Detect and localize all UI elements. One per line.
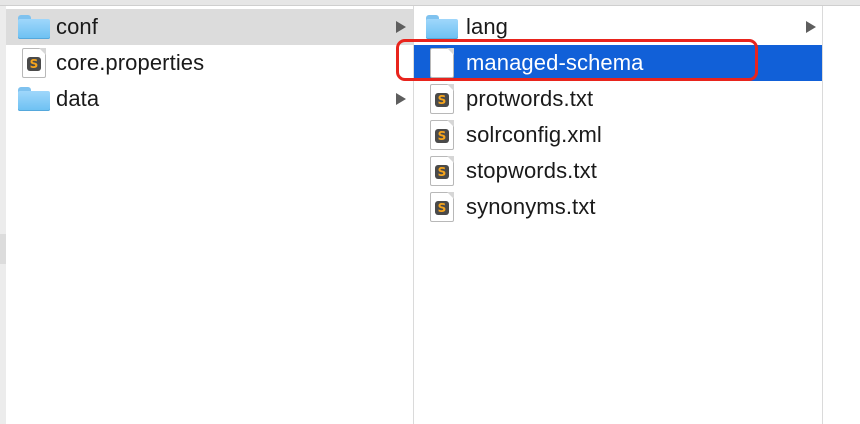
browser-column-2: lang managed-schema S protwords.txt S so… (414, 6, 823, 424)
sublime-file-icon: S (22, 48, 46, 78)
column1-row-core-properties[interactable]: S core.properties (6, 45, 413, 81)
sublime-file-icon: S (430, 156, 454, 186)
sublime-file-icon: S (430, 192, 454, 222)
folder-icon (18, 87, 50, 111)
column2-row-protwords[interactable]: S protwords.txt (414, 81, 822, 117)
disclosure-arrow-icon (396, 21, 406, 33)
item-name: managed-schema (466, 50, 644, 75)
column2-row-synonyms[interactable]: S synonyms.txt (414, 189, 822, 225)
browser-column-1: conf S core.properties data (6, 6, 414, 424)
item-name: conf (56, 14, 98, 39)
sublime-file-icon: S (430, 120, 454, 150)
disclosure-arrow-icon (396, 93, 406, 105)
column1-row-conf[interactable]: conf (6, 9, 413, 45)
column2-row-stopwords[interactable]: S stopwords.txt (414, 153, 822, 189)
sublime-file-icon: S (430, 84, 454, 114)
item-name: solrconfig.xml (466, 122, 602, 147)
item-name: stopwords.txt (466, 158, 597, 183)
column2-row-solrconfig[interactable]: S solrconfig.xml (414, 117, 822, 153)
column1-row-data[interactable]: data (6, 81, 413, 117)
disclosure-arrow-icon (806, 21, 816, 33)
column2-row-managed-schema[interactable]: managed-schema (414, 45, 822, 81)
item-name: lang (466, 14, 508, 39)
item-name: data (56, 86, 100, 111)
column2-row-lang[interactable]: lang (414, 9, 822, 45)
folder-icon (426, 15, 458, 39)
item-name: core.properties (56, 50, 205, 75)
browser-column-3 (823, 6, 860, 424)
blank-document-icon (430, 48, 454, 78)
item-name: protwords.txt (466, 86, 594, 111)
item-name: synonyms.txt (466, 194, 596, 219)
folder-icon (18, 15, 50, 39)
